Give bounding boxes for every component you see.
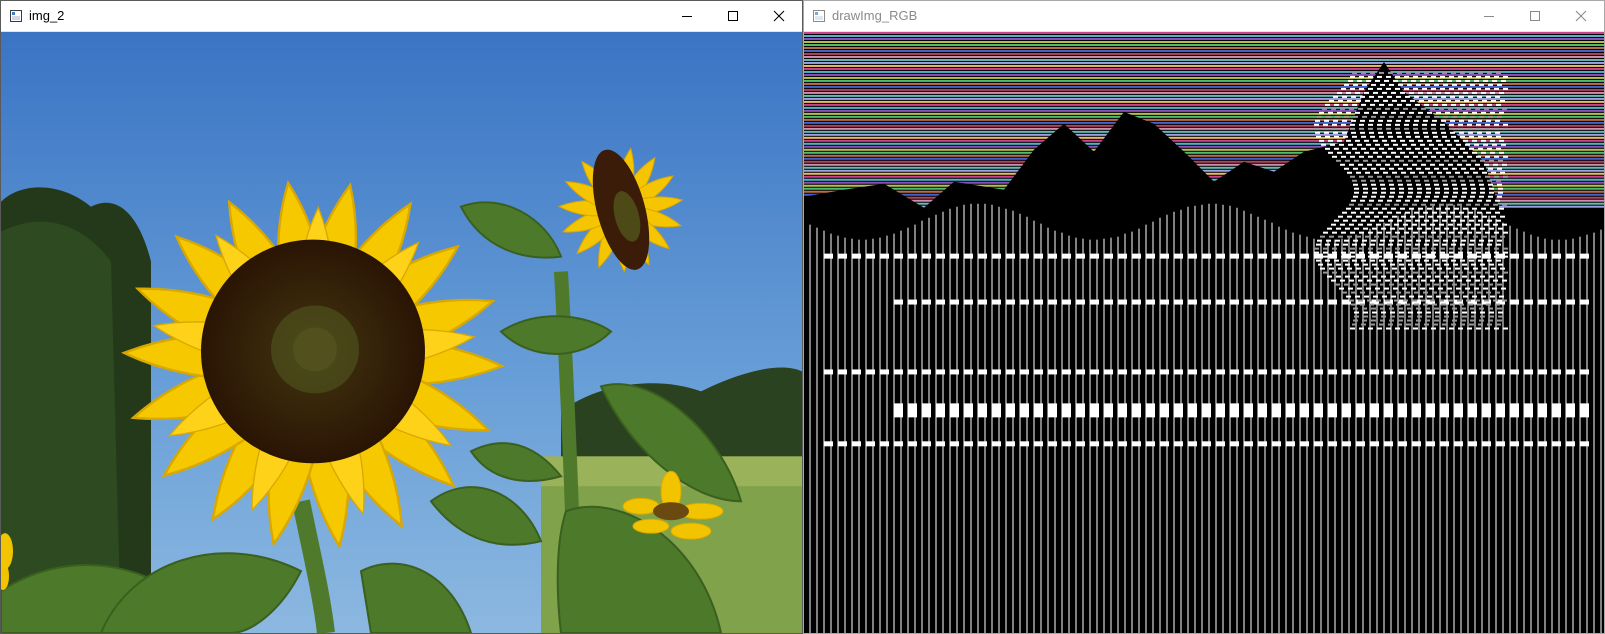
maximize-icon bbox=[1530, 11, 1540, 21]
minimize-button[interactable] bbox=[664, 1, 710, 31]
title-bar[interactable]: img_2 bbox=[1, 1, 802, 32]
window-app-icon bbox=[10, 10, 22, 22]
close-button[interactable] bbox=[756, 1, 802, 31]
maximize-icon bbox=[728, 11, 738, 21]
image-canvas bbox=[1, 32, 802, 633]
window-img-2[interactable]: img_2 bbox=[0, 0, 803, 634]
window-title: drawImg_RGB bbox=[832, 8, 918, 23]
window-drawimg-rgb[interactable]: drawImg_RGB bbox=[803, 0, 1605, 634]
minimize-icon bbox=[682, 16, 692, 17]
window-app-icon bbox=[813, 10, 825, 22]
close-button[interactable] bbox=[1558, 1, 1604, 31]
minimize-icon bbox=[1484, 16, 1494, 17]
sunflower-photo bbox=[1, 32, 802, 633]
maximize-button[interactable] bbox=[1512, 1, 1558, 31]
striped-rgb-rendering bbox=[804, 32, 1604, 633]
window-title: img_2 bbox=[29, 8, 65, 23]
title-bar[interactable]: drawImg_RGB bbox=[804, 1, 1604, 32]
image-canvas bbox=[804, 32, 1604, 633]
close-icon bbox=[1575, 10, 1587, 22]
maximize-button[interactable] bbox=[710, 1, 756, 31]
minimize-button[interactable] bbox=[1466, 1, 1512, 31]
close-icon bbox=[773, 10, 785, 22]
